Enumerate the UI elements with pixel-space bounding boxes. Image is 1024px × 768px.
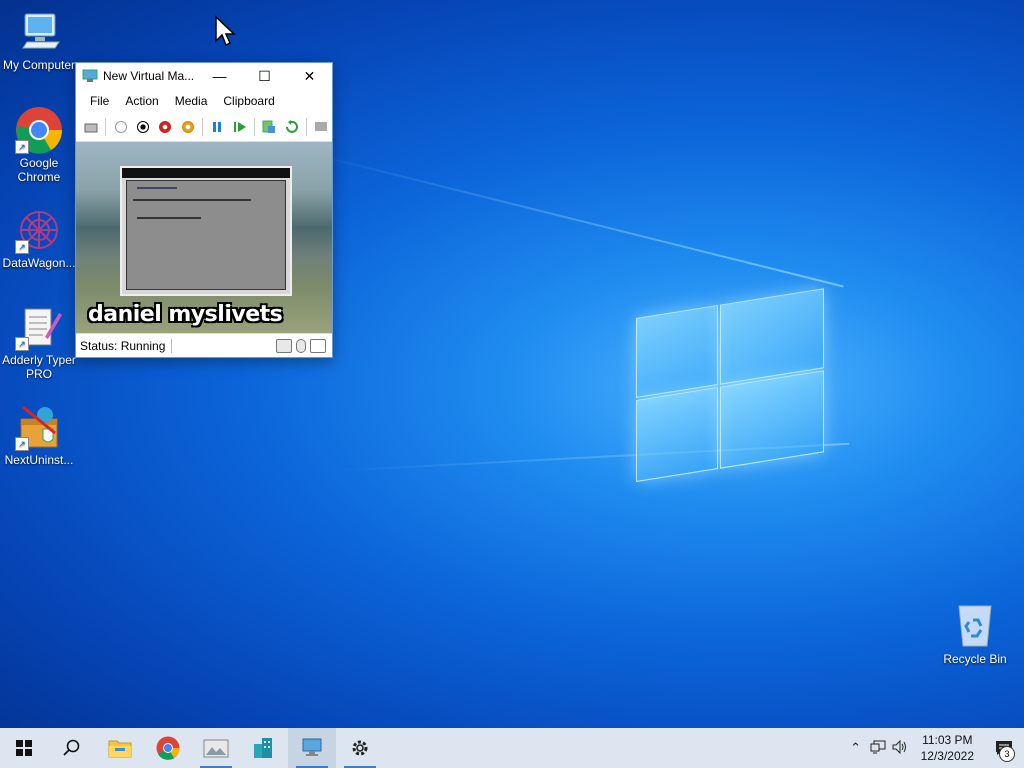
picture-viewer-icon [203,739,229,758]
taskbar-chrome[interactable] [144,728,192,768]
vm-monitor-icon [302,738,322,756]
desktop-icon-nextuninstaller[interactable]: ↗ NextUninst... [1,403,77,467]
recycle-bin-icon [951,602,999,650]
maximize-button[interactable]: ☐ [242,63,287,89]
network-icon[interactable] [867,740,889,757]
folder-icon [108,740,132,758]
uninstaller-box-icon: ↗ [15,403,63,451]
clock-date: 12/3/2022 [920,749,974,763]
resume-icon[interactable] [230,117,248,137]
keyboard-icon [276,338,292,353]
turn-off-icon[interactable] [134,117,152,137]
overlay-caption: daniel myslivets [88,302,283,327]
vm-screen[interactable]: daniel myslivets [76,142,332,333]
desktop-icon-google-chrome[interactable]: ↗ Google Chrome [1,106,77,184]
notepad-pen-icon: ↗ [15,303,63,351]
taskbar-hyperv-manager[interactable] [240,728,288,768]
desktop-icon-label: Recycle Bin [943,652,1007,666]
start-icon[interactable] [111,117,129,137]
vm-toolbar [76,113,332,142]
chevron-up-icon[interactable]: ⌃ [845,740,867,756]
status-text: Status: Running [76,338,173,353]
windows-logo-icon [16,740,32,756]
desktop-icon-recycle-bin[interactable]: Recycle Bin [937,602,1013,666]
desktop-icon-label: DataWagon... [2,256,76,270]
wallpaper-beam [299,150,844,288]
menu-action[interactable]: Action [117,94,166,108]
desktop-icon-label: NextUninst... [4,453,74,467]
save-icon[interactable] [179,117,197,137]
mouse-icon [296,338,306,353]
shortcut-arrow-icon: ↗ [15,240,29,254]
taskbar-server-manager[interactable] [192,728,240,768]
pause-icon[interactable] [208,117,226,137]
chrome-icon: ↗ [15,106,63,154]
taskbar: ⌃ 11:03 PM 12/3/2022 3 [0,728,1024,768]
clock-time: 11:03 PM [922,733,973,747]
desktop-icon-label: Google Chrome [17,156,61,184]
close-button[interactable]: ✕ [287,63,332,89]
menu-clipboard[interactable]: Clipboard [215,94,282,108]
vm-app-icon [82,69,98,83]
shut-down-icon[interactable] [156,117,174,137]
ctrl-alt-del-icon[interactable] [82,117,100,137]
menu-file[interactable]: File [76,94,117,108]
desktop-icon-adderly-typer-pro[interactable]: ↗ Adderly Typer PRO [1,303,77,381]
computer-icon [15,8,63,56]
mouse-cursor-icon [214,15,236,52]
taskbar-file-explorer[interactable] [96,728,144,768]
status-bar: Status: Running [76,333,332,357]
taskbar-clock[interactable]: 11:03 PM 12/3/2022 [911,732,984,764]
shortcut-arrow-icon: ↗ [15,337,29,351]
volume-icon[interactable] [889,739,911,757]
taskbar-vm-connection[interactable] [288,728,336,768]
desktop-icon-label: Adderly Typer PRO [2,353,76,381]
enhanced-session-icon[interactable] [312,117,330,137]
desktop-icon-datawagon[interactable]: ↗ DataWagon... [1,206,77,270]
desktop-icon-label: My Computer [2,58,76,72]
start-button[interactable] [0,728,48,768]
desktop-icon-my-computer[interactable]: My Computer [1,8,77,72]
search-icon [63,739,80,756]
lock-icon [310,338,326,353]
windows-wallpaper-logo [636,261,824,482]
vm-connection-window[interactable]: New Virtual Ma... — ☐ ✕ File Action Medi… [75,62,333,358]
system-tray: ⌃ 11:03 PM 12/3/2022 3 [845,728,1024,768]
menu-media[interactable]: Media [167,94,216,108]
search-button[interactable] [48,728,96,768]
gear-icon [352,740,368,756]
taskbar-settings[interactable] [336,728,384,768]
shortcut-arrow-icon: ↗ [15,140,29,154]
window-title: New Virtual Ma... [103,69,195,83]
shortcut-arrow-icon: ↗ [15,437,29,451]
action-center-button[interactable]: 3 [984,728,1024,768]
chrome-icon [156,736,180,760]
menu-bar: File Action Media Clipboard [76,89,332,113]
title-bar[interactable]: New Virtual Ma... — ☐ ✕ [76,63,332,89]
minimize-button[interactable]: — [197,63,242,89]
buildings-icon [254,738,272,758]
revert-icon[interactable] [282,117,300,137]
notification-count-badge: 3 [999,746,1015,762]
guest-dialog [120,166,292,296]
datawagon-icon: ↗ [15,206,63,254]
checkpoint-icon[interactable] [260,117,278,137]
